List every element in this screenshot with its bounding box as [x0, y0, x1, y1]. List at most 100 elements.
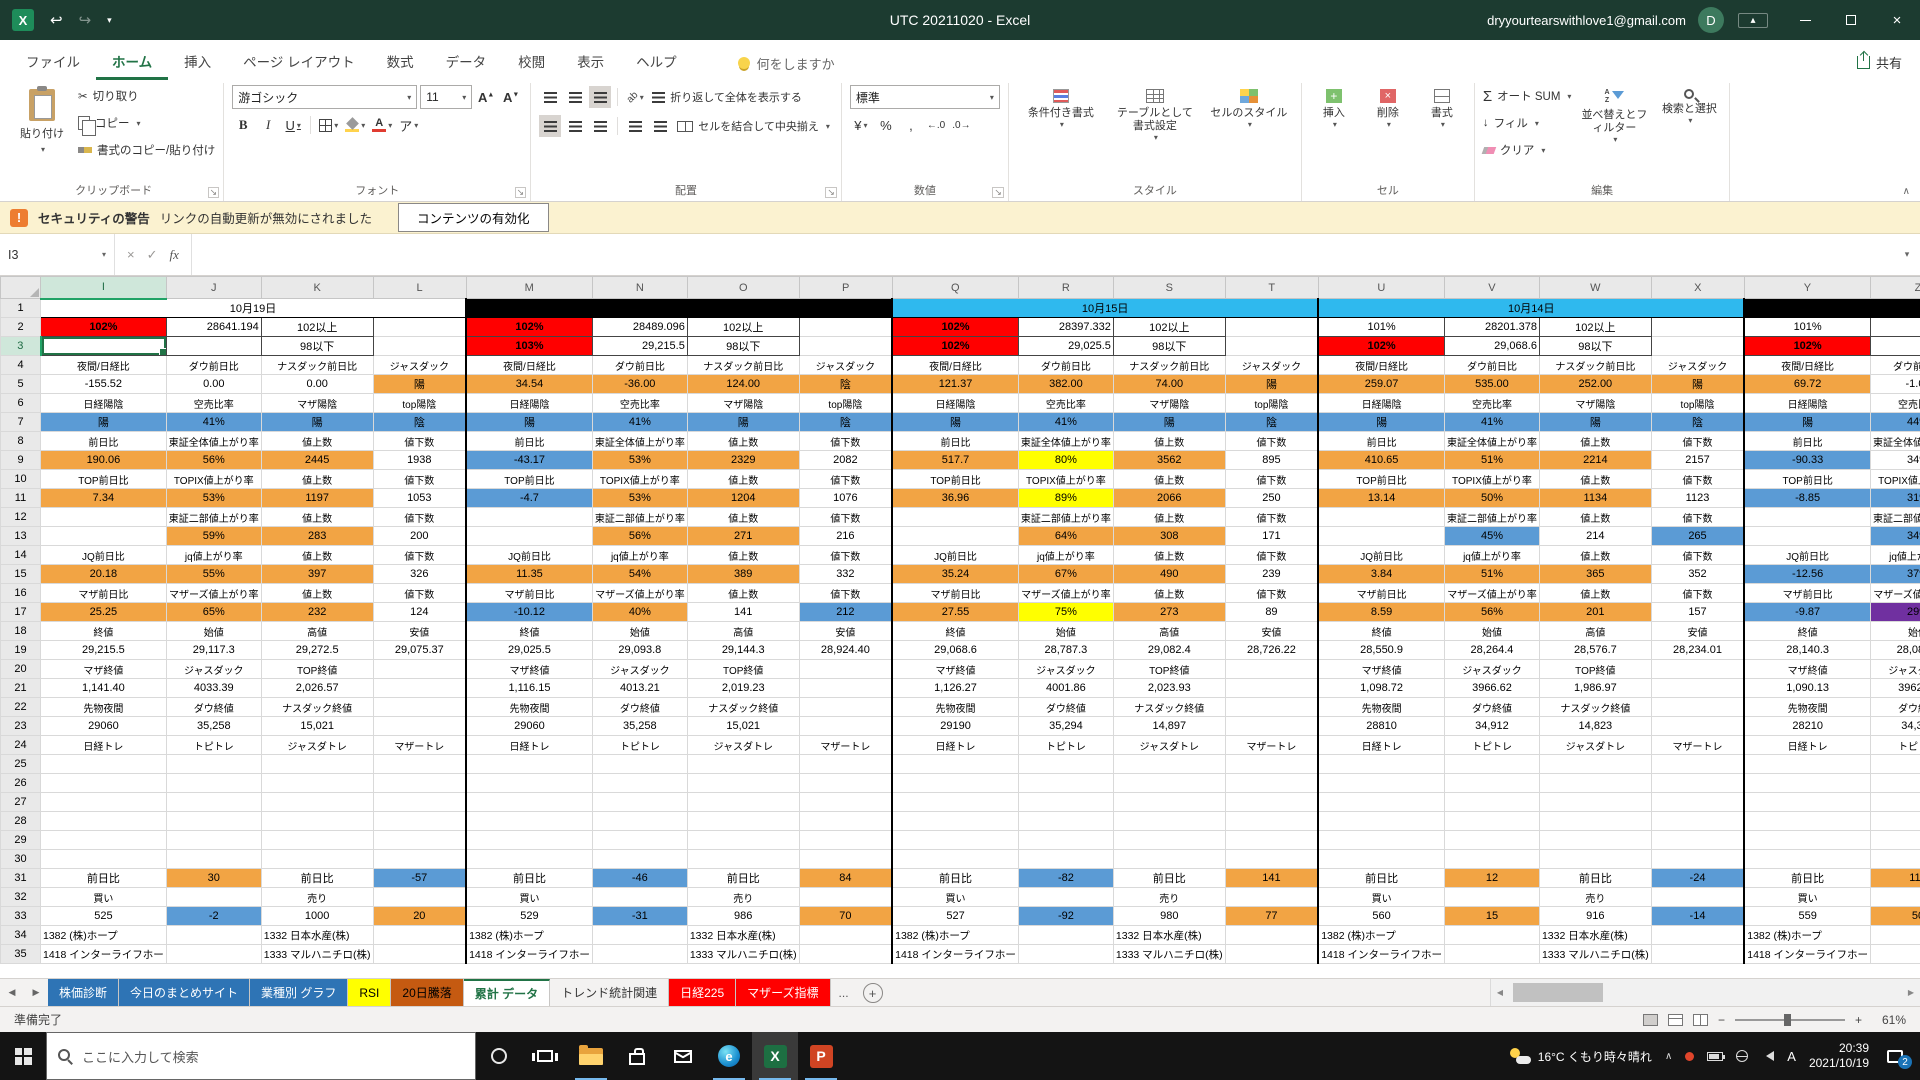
cell-K7[interactable]: 陽: [261, 413, 373, 432]
cell-Z21[interactable]: 3962.78: [1871, 679, 1920, 698]
clipboard-dialog-launcher-icon[interactable]: ↘: [208, 187, 220, 198]
cell-X29[interactable]: [1651, 831, 1744, 850]
cell-K31[interactable]: 前日比: [261, 869, 373, 888]
cell-Y24[interactable]: 日経トレ: [1744, 736, 1870, 755]
cell-T17[interactable]: 89: [1225, 603, 1318, 622]
cell-L13[interactable]: 200: [373, 527, 466, 546]
cell-R17[interactable]: 75%: [1018, 603, 1113, 622]
cell-L16[interactable]: 値下数: [373, 584, 466, 603]
cell-J16[interactable]: マザーズ値上がり率: [166, 584, 261, 603]
cell-Q29[interactable]: [892, 831, 1018, 850]
cell-R26[interactable]: [1018, 774, 1113, 793]
cell-P11[interactable]: 1076: [799, 489, 892, 508]
cell-S18[interactable]: 高値: [1113, 622, 1225, 641]
cell-U25[interactable]: [1318, 755, 1444, 774]
cell-X14[interactable]: 値下数: [1651, 546, 1744, 565]
cell-K16[interactable]: 値上数: [261, 584, 373, 603]
zoom-slider-thumb[interactable]: [1784, 1014, 1791, 1026]
column-header-V[interactable]: V: [1444, 277, 1539, 299]
cell-M27[interactable]: [466, 793, 592, 812]
cell-P21[interactable]: [799, 679, 892, 698]
cell-N11[interactable]: 53%: [592, 489, 687, 508]
cell-Y14[interactable]: JQ前日比: [1744, 546, 1870, 565]
cell-P4[interactable]: ジャスダック: [799, 356, 892, 375]
cell-Z11[interactable]: 31%: [1871, 489, 1920, 508]
cell-T27[interactable]: [1225, 793, 1318, 812]
cell-Q17[interactable]: 27.55: [892, 603, 1018, 622]
cell-R29[interactable]: [1018, 831, 1113, 850]
cell-Q3[interactable]: 102%: [892, 337, 1018, 356]
cell-L4[interactable]: ジャスダック: [373, 356, 466, 375]
cell-K6[interactable]: マザ陽陰: [261, 394, 373, 413]
orientation-button[interactable]: ab▾: [624, 86, 646, 108]
cell-J28[interactable]: [166, 812, 261, 831]
cell-U9[interactable]: 410.65: [1318, 451, 1444, 470]
select-all-button[interactable]: [1, 277, 41, 299]
cell-J26[interactable]: [166, 774, 261, 793]
cell-Z20[interactable]: ジャスダック: [1871, 660, 1920, 679]
cell-V24[interactable]: トピトレ: [1444, 736, 1539, 755]
cell-N28[interactable]: [592, 812, 687, 831]
cell-S13[interactable]: 308: [1113, 527, 1225, 546]
cell-V28[interactable]: [1444, 812, 1539, 831]
cell-O19[interactable]: 29,144.3: [687, 641, 799, 660]
cell-I4[interactable]: 夜間/日経比: [41, 356, 167, 375]
cell-O4[interactable]: ナスダック前日比: [687, 356, 799, 375]
cell-T25[interactable]: [1225, 755, 1318, 774]
cell-X34[interactable]: [1651, 926, 1744, 945]
cell-N12[interactable]: 東証二部値上がり率: [592, 508, 687, 527]
cell-I27[interactable]: [41, 793, 167, 812]
cell-Z25[interactable]: [1871, 755, 1920, 774]
cell-I8[interactable]: 前日比: [41, 432, 167, 451]
cell-R20[interactable]: ジャスダック: [1018, 660, 1113, 679]
cell-S12[interactable]: 値上数: [1113, 508, 1225, 527]
wrap-text-button[interactable]: 折り返して全体を表示する: [649, 85, 805, 109]
cell-V10[interactable]: TOPIX値上がり率: [1444, 470, 1539, 489]
cell-N7[interactable]: 41%: [592, 413, 687, 432]
cell-Y2[interactable]: 101%: [1744, 318, 1870, 337]
cell-T32[interactable]: [1225, 888, 1318, 907]
cell-Q27[interactable]: [892, 793, 1018, 812]
formula-bar-expand-button[interactable]: ▾: [1894, 234, 1920, 275]
cell-K27[interactable]: [261, 793, 373, 812]
cell-Z27[interactable]: [1871, 793, 1920, 812]
cell-Y26[interactable]: [1744, 774, 1870, 793]
cell-O13[interactable]: 271: [687, 527, 799, 546]
cell-S10[interactable]: 値上数: [1113, 470, 1225, 489]
insert-function-icon[interactable]: fx: [170, 247, 179, 263]
cell-W17[interactable]: 201: [1539, 603, 1651, 622]
cell-M34[interactable]: 1382 (株)ホープ: [466, 926, 592, 945]
cell-W32[interactable]: 売り: [1539, 888, 1651, 907]
cell-W33[interactable]: 916: [1539, 907, 1651, 926]
cell-S19[interactable]: 29,082.4: [1113, 641, 1225, 660]
cell-K4[interactable]: ナスダック前日比: [261, 356, 373, 375]
cell-L10[interactable]: 値下数: [373, 470, 466, 489]
align-right-button[interactable]: [589, 115, 611, 137]
format-painter-button[interactable]: 書式のコピー/貼り付け: [78, 139, 215, 161]
cell-T9[interactable]: 895: [1225, 451, 1318, 470]
cell-M25[interactable]: [466, 755, 592, 774]
cell-L28[interactable]: [373, 812, 466, 831]
cell-V18[interactable]: 始値: [1444, 622, 1539, 641]
percent-style-button[interactable]: %: [875, 114, 897, 136]
cell-Q23[interactable]: 29190: [892, 717, 1018, 736]
cell-M5[interactable]: 34.54: [466, 375, 592, 394]
column-header-J[interactable]: J: [166, 277, 261, 299]
cell-X33[interactable]: -14: [1651, 907, 1744, 926]
cell-O21[interactable]: 2,019.23: [687, 679, 799, 698]
cell-M13[interactable]: [466, 527, 592, 546]
cell-L23[interactable]: [373, 717, 466, 736]
cell-O27[interactable]: [687, 793, 799, 812]
cell-N23[interactable]: 35,258: [592, 717, 687, 736]
cell-Y6[interactable]: 日経陽陰: [1744, 394, 1870, 413]
row-header-1[interactable]: 1: [1, 299, 41, 318]
cell-K25[interactable]: [261, 755, 373, 774]
add-sheet-button[interactable]: +: [863, 983, 883, 1003]
cell-Y16[interactable]: マザ前日比: [1744, 584, 1870, 603]
cell-N33[interactable]: -31: [592, 907, 687, 926]
column-header-U[interactable]: U: [1318, 277, 1444, 299]
cell-W7[interactable]: 陽: [1539, 413, 1651, 432]
cell-styles-button[interactable]: セルのスタイル▾: [1205, 85, 1293, 129]
horizontal-scrollbar[interactable]: ◀ ▶: [1490, 979, 1920, 1006]
delete-cells-button[interactable]: × 削除▾: [1364, 85, 1412, 129]
